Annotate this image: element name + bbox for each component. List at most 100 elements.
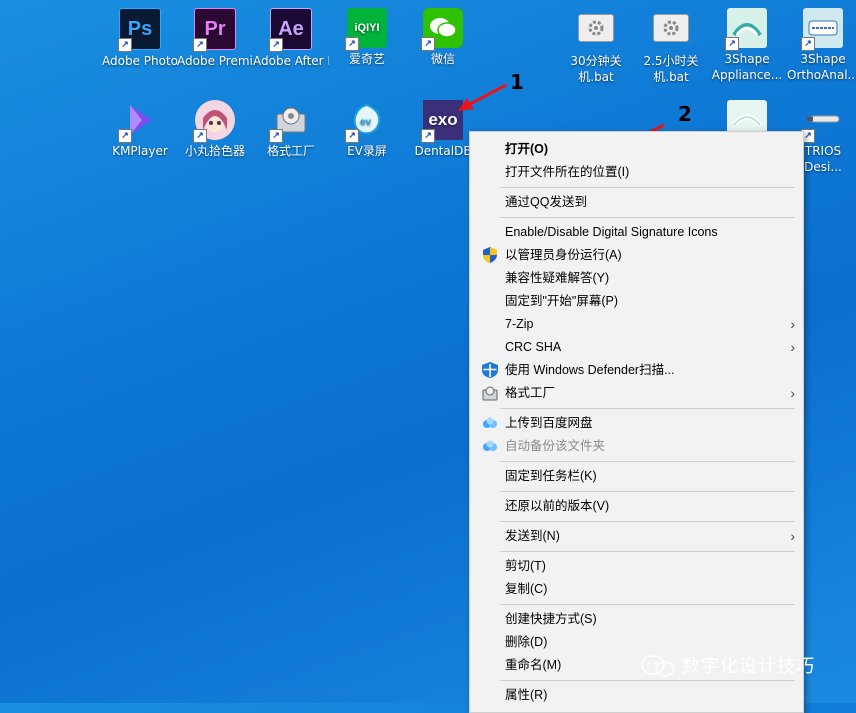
shortcut-arrow-icon: ↗ xyxy=(801,37,815,51)
menu-item-7zip[interactable]: 7-Zip › xyxy=(470,313,803,335)
menu-item-crc-sha[interactable]: CRC SHA › xyxy=(470,336,803,358)
menu-item-label: 固定到"开始"屏幕(P) xyxy=(505,294,619,308)
menu-item-send-via-qq[interactable]: 通过QQ发送到 xyxy=(470,191,803,213)
baidu-cloud-icon xyxy=(482,438,498,454)
menu-item-label: 打开文件所在的位置(I) xyxy=(505,165,630,179)
shortcut-arrow-icon: ↗ xyxy=(269,38,283,52)
menu-separator xyxy=(500,217,795,218)
menu-separator xyxy=(500,408,795,409)
menu-item-auto-backup[interactable]: 自动备份该文件夹 xyxy=(470,435,803,457)
menu-item-upload-baidu[interactable]: 上传到百度网盘 xyxy=(470,412,803,434)
format-factory-icon xyxy=(482,385,498,401)
shortcut-arrow-icon: ↗ xyxy=(193,129,207,143)
3shape-appliance-icon: ↗ xyxy=(725,8,767,51)
baidu-cloud-icon xyxy=(482,415,498,431)
kmplayer-icon: ↗ xyxy=(118,100,160,143)
menu-item-send-to[interactable]: 发送到(N) › xyxy=(470,525,803,547)
menu-item-cut[interactable]: 剪切(T) xyxy=(470,555,803,577)
menu-item-digital-signature[interactable]: Enable/Disable Digital Signature Icons xyxy=(470,221,803,243)
3shape-ortho-icon: ↗ xyxy=(801,8,843,51)
desktop-icon-wechat[interactable]: ↗ 微信 xyxy=(405,8,481,67)
menu-item-create-shortcut[interactable]: 创建快捷方式(S) xyxy=(470,608,803,630)
menu-item-restore-versions[interactable]: 还原以前的版本(V) xyxy=(470,495,803,517)
menu-item-label: 打开(O) xyxy=(505,142,549,156)
menu-item-delete[interactable]: 删除(D) xyxy=(470,631,803,653)
menu-item-label: Enable/Disable Digital Signature Icons xyxy=(505,225,718,239)
desktop-icon-label: Adobe Premiere P... xyxy=(177,54,253,68)
menu-item-format-factory[interactable]: 格式工厂 › xyxy=(470,382,803,404)
menu-item-label: 属性(R) xyxy=(505,688,548,702)
menu-item-label: 重命名(M) xyxy=(505,658,562,672)
desktop-icon-label: 2.5小时关机.bat xyxy=(643,54,699,84)
menu-item-pin-to-taskbar[interactable]: 固定到任务栏(K) xyxy=(470,465,803,487)
photoshop-icon: Ps ↗ xyxy=(118,8,161,52)
bat-file-icon xyxy=(578,14,614,42)
shortcut-arrow-icon: ↗ xyxy=(725,37,739,51)
trios-icon: ↗ xyxy=(801,100,843,143)
shortcut-arrow-icon: ↗ xyxy=(421,129,435,143)
desktop-icon-bat-30min[interactable]: 30分钟关机.bat xyxy=(558,8,634,85)
shortcut-arrow-icon: ↗ xyxy=(421,37,435,51)
desktop-icon-3shape-ortho[interactable]: ↗ 3Shape OrthoAnal... xyxy=(785,8,856,83)
shortcut-arrow-icon: ↗ xyxy=(118,38,132,52)
menu-item-label: 通过QQ发送到 xyxy=(505,195,587,209)
desktop-icon-photoshop[interactable]: Ps↗ Adobe Photosh... xyxy=(102,8,178,69)
desktop-icon-label: 微信 xyxy=(430,52,455,66)
shortcut-arrow-icon: ↗ xyxy=(345,129,359,143)
desktop-icon-label: EV录屏 xyxy=(347,144,387,158)
desktop-icon-label: 格式工厂 xyxy=(266,144,315,158)
menu-separator xyxy=(500,680,795,681)
premiere-icon: Pr ↗ xyxy=(193,8,236,52)
submenu-chevron-icon: › xyxy=(790,385,795,401)
menu-separator xyxy=(500,491,795,492)
desktop-icon-label: 爱奇艺 xyxy=(348,52,385,66)
menu-item-open-file-location[interactable]: 打开文件所在的位置(I) xyxy=(470,161,803,183)
menu-item-open[interactable]: 打开(O) xyxy=(470,138,803,160)
desktop-icon-3shape-appliance[interactable]: ↗ 3Shape Appliance... xyxy=(709,8,785,83)
desktop-icon-format-factory[interactable]: ↗ 格式工厂 xyxy=(253,100,329,159)
color-picker-icon: ↗ xyxy=(193,100,235,143)
shortcut-arrow-icon: ↗ xyxy=(345,37,359,51)
format-factory-icon: ↗ xyxy=(269,100,311,143)
annotation-number-2: 2 xyxy=(678,102,692,126)
menu-item-label: CRC SHA xyxy=(505,340,562,354)
menu-item-compatibility[interactable]: 兼容性疑难解答(Y) xyxy=(470,267,803,289)
desktop-icon-after-effects[interactable]: Ae↗ Adobe After Effects CC ... xyxy=(253,8,329,69)
menu-item-label: 自动备份该文件夹 xyxy=(505,439,606,453)
menu-item-label: 创建快捷方式(S) xyxy=(505,612,597,626)
desktop-icon-label: 3Shape Appliance... xyxy=(711,52,783,82)
desktop-icon-bat-2-5h[interactable]: 2.5小时关机.bat xyxy=(633,8,709,85)
menu-item-run-as-admin[interactable]: 以管理员身份运行(A) xyxy=(470,244,803,266)
menu-item-label: 固定到任务栏(K) xyxy=(505,469,597,483)
desktop-icon-premiere[interactable]: Pr↗ Adobe Premiere P... xyxy=(177,8,253,69)
menu-item-defender-scan[interactable]: 使用 Windows Defender扫描... xyxy=(470,359,803,381)
desktop-icon-label: KMPlayer xyxy=(112,144,168,158)
bat-file-icon xyxy=(653,14,689,42)
wechat-icon: ↗ xyxy=(421,8,463,51)
shortcut-arrow-icon: ↗ xyxy=(269,129,283,143)
menu-separator xyxy=(500,604,795,605)
menu-item-copy[interactable]: 复制(C) xyxy=(470,578,803,600)
shortcut-arrow-icon: ↗ xyxy=(193,38,207,52)
menu-item-label: 发送到(N) xyxy=(505,529,560,543)
menu-item-label: 7-Zip xyxy=(505,317,534,331)
desktop-icon-ev-recorder[interactable]: ev ↗ EV录屏 xyxy=(329,100,405,159)
desktop-icon-kmplayer[interactable]: ↗ KMPlayer xyxy=(102,100,178,159)
menu-item-label: 兼容性疑难解答(Y) xyxy=(505,271,610,285)
wechat-watermark-icon xyxy=(641,655,675,677)
menu-item-label: 以管理员身份运行(A) xyxy=(505,248,622,262)
dentaldb-icon: exo ↗ xyxy=(421,100,463,143)
desktop-icon-iqiyi[interactable]: iQIYI ↗ 爱奇艺 xyxy=(329,8,405,67)
desktop: Ps↗ Adobe Photosh... Pr↗ Adobe Premiere … xyxy=(0,0,856,713)
menu-item-label: 复制(C) xyxy=(505,582,548,596)
desktop-icon-color-picker[interactable]: ↗ 小丸拾色器 xyxy=(177,100,253,159)
desktop-icon-label: Adobe After Effects CC ... xyxy=(253,54,329,68)
desktop-icon-label: 30分钟关机.bat xyxy=(570,54,622,84)
menu-item-pin-to-start[interactable]: 固定到"开始"屏幕(P) xyxy=(470,290,803,312)
submenu-chevron-icon: › xyxy=(790,339,795,355)
ev-recorder-icon: ev ↗ xyxy=(345,100,387,143)
uac-shield-icon xyxy=(482,247,498,263)
menu-item-label: 还原以前的版本(V) xyxy=(505,499,610,513)
menu-item-label: 使用 Windows Defender扫描... xyxy=(505,363,675,377)
defender-icon xyxy=(482,362,498,378)
